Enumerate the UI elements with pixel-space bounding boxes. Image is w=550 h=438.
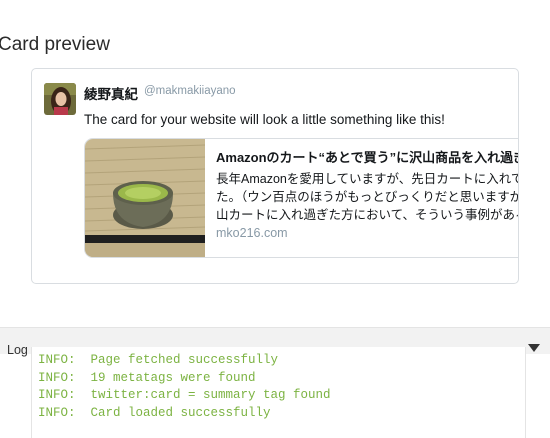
matcha-tea-bowl-image-icon	[85, 139, 205, 257]
log-panel-body: INFO: Page fetched successfully INFO: 19…	[31, 347, 526, 438]
link-card-description-line: 長年Amazonを愛用していますが、先日カートに入れてい	[216, 172, 519, 186]
link-card-description: 長年Amazonを愛用していますが、先日カートに入れてい た。（ウン百点のほうが…	[216, 170, 519, 224]
link-card-description-line: た。（ウン百点のほうがもっとびっくりだと思いますが	[216, 190, 519, 204]
link-card[interactable]: Amazonのカート“あとで買う”に沢山商品を入れ過ぎて 長年Amazonを愛用…	[84, 138, 519, 258]
tweet-card: 綾野真紀 @makmakiiayano The card for your we…	[31, 68, 519, 284]
triangle-down-icon[interactable]	[528, 344, 540, 352]
link-card-domain[interactable]: mko216.com	[216, 226, 518, 240]
card-preview-title: Card preview	[0, 34, 110, 55]
tweet-display-name[interactable]: 綾野真紀	[84, 83, 138, 103]
log-line: INFO: 19 metatags were found	[38, 370, 256, 385]
tweet-text: The card for your website will look a li…	[84, 112, 445, 127]
tweet-handle[interactable]: @makmakiiayano	[144, 85, 236, 97]
link-card-text: Amazonのカート“あとで買う”に沢山商品を入れ過ぎて 長年Amazonを愛用…	[216, 149, 519, 240]
avatar-photo-icon[interactable]	[44, 83, 76, 115]
log-line: INFO: Page fetched successfully	[38, 353, 279, 367]
log-line: INFO: twitter:card = summary tag found	[38, 388, 331, 402]
log-line: INFO: Card loaded successfully	[38, 405, 271, 420]
link-card-title[interactable]: Amazonのカート“あとで買う”に沢山商品を入れ過ぎて	[216, 149, 518, 167]
log-title: Log	[7, 343, 28, 357]
link-card-description-line: 山カートに入れ過ぎた方において、そういう事例がある	[216, 208, 519, 222]
